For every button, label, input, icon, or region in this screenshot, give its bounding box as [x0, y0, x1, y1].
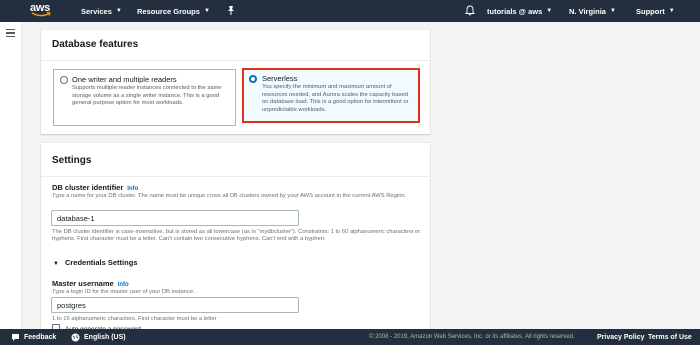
chevron-down-icon: ▼: [115, 8, 122, 14]
services-label: Services: [81, 6, 112, 16]
master-username-label-text: Master username: [52, 279, 114, 288]
option-serverless-title: Serverless: [262, 74, 298, 83]
speech-bubble-icon: [12, 333, 19, 341]
chevron-down-icon: ▼: [668, 8, 675, 14]
settings-title: Settings: [41, 143, 430, 177]
option-serverless[interactable]: Serverless You specify the minimum and m…: [242, 68, 420, 123]
master-username-label: Master username Info: [52, 279, 129, 288]
aws-logo[interactable]: aws: [30, 2, 52, 20]
services-menu[interactable]: Services ▼: [81, 0, 122, 22]
option-writer-readers-title: One writer and multiple readers: [72, 75, 177, 84]
cluster-id-input[interactable]: database-1: [51, 210, 299, 226]
database-features-title: Database features: [41, 30, 430, 61]
master-username-hint: 1 to 16 alphanumeric characters. First c…: [52, 316, 217, 322]
cluster-id-label: DB cluster identifier Info: [52, 183, 138, 192]
support-label: Support: [636, 6, 665, 16]
caret-down-icon: ▼: [53, 261, 59, 267]
pin-icon[interactable]: [226, 5, 236, 16]
info-link[interactable]: Info: [127, 186, 138, 192]
language-label: English (US): [84, 333, 126, 341]
language-selector[interactable]: English (US): [71, 329, 126, 345]
terms-of-use-link[interactable]: Terms of Use: [648, 329, 692, 345]
info-link[interactable]: Info: [118, 282, 129, 288]
hamburger-menu-icon[interactable]: [6, 29, 15, 38]
resource-groups-label: Resource Groups: [137, 6, 200, 16]
option-writer-readers-desc: Supports multiple reader instances conne…: [72, 85, 222, 107]
account-menu[interactable]: tutorials @ aws ▼: [487, 0, 552, 22]
privacy-policy-link[interactable]: Privacy Policy: [597, 329, 644, 345]
credentials-settings-toggle[interactable]: ▼ Credentials Settings: [53, 258, 137, 267]
bell-icon[interactable]: [465, 5, 475, 16]
cluster-id-label-text: DB cluster identifier: [52, 183, 124, 192]
chevron-down-icon: ▼: [546, 8, 553, 14]
feedback-label: Feedback: [24, 333, 57, 341]
account-label: tutorials @ aws: [487, 6, 543, 16]
left-rail: [0, 22, 22, 329]
radio-serverless[interactable]: [249, 75, 257, 83]
copyright-text: © 2008 - 2019, Amazon Web Services, Inc.…: [369, 334, 575, 340]
cluster-id-desc: Type a name for your DB cluster. The nam…: [52, 193, 407, 199]
cluster-id-hint: The DB cluster identifier is case-insens…: [52, 229, 421, 243]
option-writer-readers[interactable]: One writer and multiple readers Supports…: [53, 69, 236, 126]
region-menu[interactable]: N. Virginia ▼: [569, 0, 616, 22]
support-menu[interactable]: Support ▼: [636, 0, 675, 22]
globe-icon: [71, 333, 80, 341]
master-username-input[interactable]: postgres: [51, 297, 299, 313]
aws-smile-icon: [31, 12, 51, 17]
resource-groups-menu[interactable]: Resource Groups ▼: [137, 0, 210, 22]
feedback-link[interactable]: Feedback: [11, 329, 56, 345]
option-serverless-desc: You specify the minimum and maximum amou…: [262, 84, 409, 113]
footer: Feedback English (US) © 2008 - 2019, Ama…: [0, 329, 700, 345]
master-username-desc: Type a login ID for the master user of y…: [52, 289, 195, 295]
radio-writer-readers[interactable]: [60, 76, 68, 84]
chevron-down-icon: ▼: [609, 8, 616, 14]
chevron-down-icon: ▼: [203, 8, 210, 14]
top-nav: aws Services ▼ Resource Groups ▼ tutoria…: [0, 0, 700, 22]
region-label: N. Virginia: [569, 6, 606, 16]
credentials-settings-label: Credentials Settings: [64, 258, 138, 267]
